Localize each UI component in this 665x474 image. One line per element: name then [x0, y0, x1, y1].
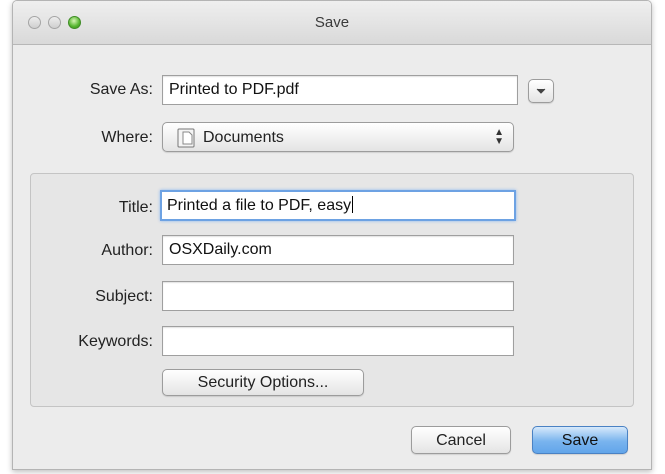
save-dialog: Save Save As: Printed to PDF.pdf Where: … [12, 0, 652, 470]
document-folder-icon [177, 128, 195, 153]
save-button[interactable]: Save [532, 426, 628, 454]
text-cursor [352, 196, 354, 213]
keywords-label: Keywords: [78, 333, 153, 350]
title-field[interactable]: Printed a file to PDF, easy [160, 190, 516, 221]
chevron-down-icon [536, 82, 546, 99]
expand-dialog-button[interactable] [528, 79, 554, 103]
where-value: Documents [203, 129, 284, 146]
updown-arrows-icon: ▲ ▼ [494, 127, 504, 147]
security-options-button[interactable]: Security Options... [162, 369, 364, 396]
keywords-field[interactable] [162, 326, 514, 356]
where-popup[interactable]: Documents ▲ ▼ [162, 122, 514, 152]
author-field[interactable]: OSXDaily.com [162, 235, 514, 265]
cancel-button[interactable]: Cancel [411, 426, 511, 454]
title-bar: Save [13, 1, 651, 45]
title-value: Printed a file to PDF, easy [167, 197, 352, 214]
subject-label: Subject: [95, 288, 153, 305]
author-label: Author: [101, 242, 153, 259]
window-title: Save [314, 14, 350, 31]
where-label: Where: [101, 129, 153, 146]
title-label: Title: [118, 199, 153, 216]
save-as-field[interactable]: Printed to PDF.pdf [162, 75, 518, 105]
subject-field[interactable] [162, 281, 514, 311]
save-as-label: Save As: [89, 81, 153, 98]
